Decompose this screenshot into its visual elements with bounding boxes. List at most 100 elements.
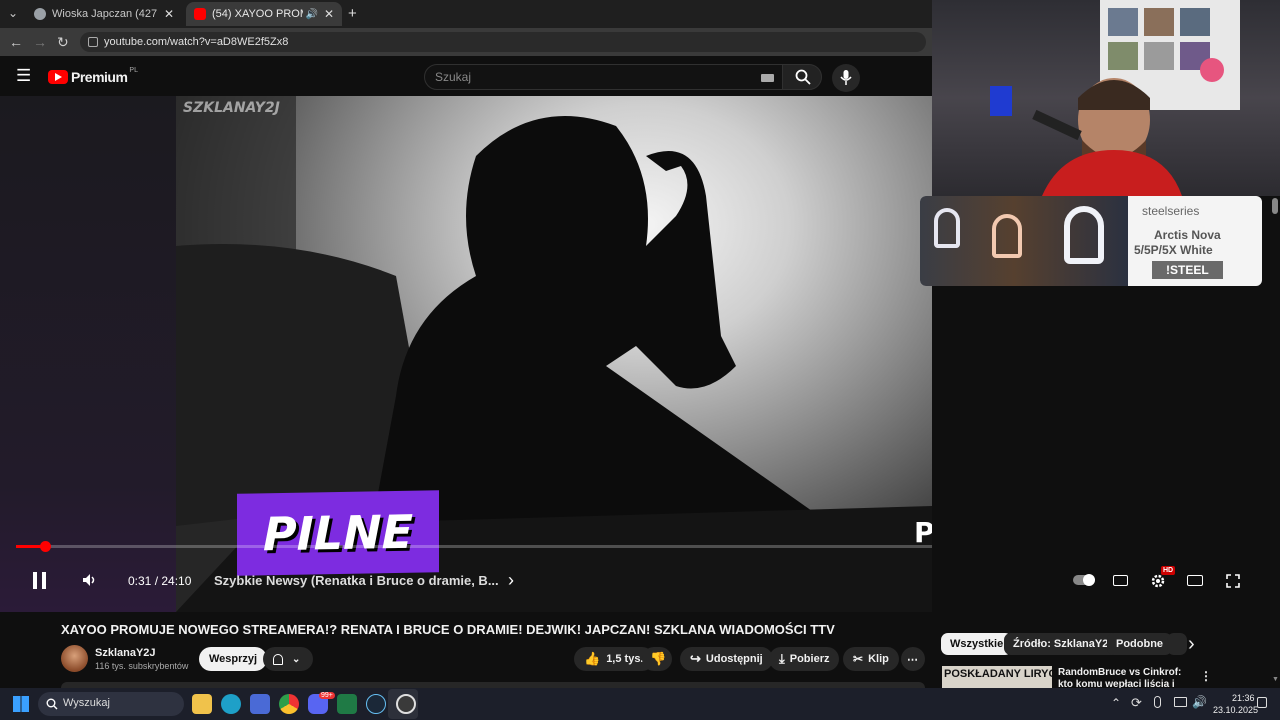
chapter-arrow-icon[interactable]: › (508, 570, 514, 591)
volume-icon[interactable] (81, 572, 97, 588)
reload-button[interactable]: ↻ (57, 34, 69, 51)
chapter-title[interactable]: Szybkie Newsy (Renatka i Bruce o dramie,… (214, 573, 499, 588)
ad-product-line2: 5/5P/5X White (1134, 243, 1213, 257)
progress-bar[interactable] (16, 545, 932, 548)
headset-icon (992, 214, 1022, 258)
ad-brand: steelseries (1142, 204, 1200, 218)
tab-title: (54) XAYOO PROMUJE NOW (212, 8, 303, 20)
thumbs-up-icon: 👍 (584, 651, 601, 666)
bell-icon (273, 653, 283, 665)
chevron-down-icon: ⌄ (292, 653, 301, 665)
pilne-banner: PILNE (237, 490, 439, 576)
close-tab-icon[interactable]: ✕ (324, 7, 334, 21)
video-title: XAYOO PROMUJE NOWEGO STREAMERA!? RENATA … (61, 622, 835, 637)
browser-tab-bar: ⌄ Wioska Japczan (427|438) - Ple ✕ (54) … (0, 0, 932, 28)
scroll-down-icon[interactable]: ▼ (1272, 676, 1279, 683)
download-label: Pobierz (789, 653, 830, 665)
store-icon[interactable] (250, 694, 270, 714)
channel-watermark: SZKLANAY2J (183, 100, 280, 116)
thumbs-down-icon: 👎 (650, 651, 667, 666)
ad-promo-code: !STEEL (1152, 261, 1223, 279)
notification-badge: 99+ (319, 692, 335, 699)
channel-avatar[interactable] (61, 645, 88, 672)
ad-product-images (920, 196, 1128, 286)
file-explorer-icon[interactable] (192, 694, 212, 714)
miniplayer-icon[interactable] (1187, 575, 1203, 586)
taskbar-search-input[interactable]: Wyszukaj (38, 692, 184, 716)
chip-overflow (1167, 633, 1187, 655)
globe-icon (34, 8, 46, 20)
steam-icon[interactable] (366, 694, 386, 714)
video-player[interactable]: SZKLANAY2J PILNE PSYCHOLOG R (0, 96, 932, 612)
notifications-button[interactable]: ⌄ (263, 647, 313, 671)
search-button[interactable] (782, 64, 822, 90)
dislike-button[interactable]: 👎 (642, 647, 672, 671)
tab-menu-icon[interactable]: ⌄ (8, 6, 18, 20)
region-label: PL (129, 66, 138, 74)
channel-name[interactable]: SzklanaY2J (95, 647, 156, 659)
fullscreen-icon[interactable] (1226, 574, 1240, 588)
recommendations-panel: Wszystkie Źródło: SzklanaY2J Podobne › P… (932, 612, 1280, 688)
tab-youtube[interactable]: (54) XAYOO PROMUJE NOW 🔊 ✕ (186, 2, 342, 26)
forward-button[interactable]: → (33, 34, 47, 50)
clock-date[interactable]: 23.10.2025 (1213, 705, 1258, 715)
headset-icon (934, 208, 960, 248)
subscriber-count: 116 tys. subskrybentów (95, 661, 189, 671)
download-button[interactable]: ⤓ Pobierz (769, 647, 840, 671)
chip-all[interactable]: Wszystkie (941, 633, 1013, 655)
more-actions-button[interactable]: ⋯ (901, 647, 925, 671)
tab-wioska[interactable]: Wioska Japczan (427|438) - Ple ✕ (26, 2, 182, 26)
microphone-icon (840, 70, 852, 85)
logo-text: Premium (71, 69, 128, 85)
windows-start-icon[interactable] (13, 696, 29, 712)
speaker-icon[interactable]: 🔊 (305, 9, 317, 20)
tray-chevron-icon[interactable]: ⌃ (1111, 696, 1121, 710)
autoplay-toggle[interactable] (1073, 574, 1095, 586)
notification-center-icon[interactable] (1257, 697, 1267, 708)
support-label: Wesprzyj (209, 653, 258, 665)
pause-icon (33, 572, 37, 589)
search-icon (795, 69, 811, 85)
network-icon[interactable] (1174, 697, 1187, 707)
chips-next-arrow-icon[interactable]: › (1188, 633, 1195, 656)
mic-tray-icon[interactable] (1154, 696, 1161, 708)
hd-badge: HD (1161, 566, 1176, 575)
search-placeholder: Szukaj (435, 70, 472, 84)
edge-icon[interactable] (221, 694, 241, 714)
subtitles-icon[interactable] (1113, 575, 1128, 586)
chrome-icon[interactable] (279, 694, 299, 714)
url-input[interactable]: youtube.com/watch?v=aD8WE2f5Zx8 (80, 32, 926, 52)
share-button[interactable]: ↪ Udostępnij (680, 647, 773, 671)
recommendation-title[interactable]: RandomBruce vs Cinkrof: kto komu wepłaci… (1058, 667, 1188, 688)
scrubber-handle[interactable] (40, 541, 51, 552)
volume-tray-icon[interactable]: 🔊 (1192, 695, 1207, 709)
search-input[interactable]: Szukaj (424, 64, 784, 90)
clip-button[interactable]: ✂ Klip (843, 647, 899, 671)
site-info-icon[interactable] (88, 37, 98, 47)
new-tab-button[interactable]: + (348, 5, 357, 22)
support-button[interactable]: Wesprzyj (199, 647, 268, 671)
tab-title: Wioska Japczan (427|438) - Ple (52, 8, 158, 20)
back-button[interactable]: ← (9, 34, 23, 50)
keyboard-icon[interactable] (761, 74, 774, 82)
page-scrollbar[interactable]: ▲ ▼ (1270, 196, 1280, 688)
pause-button[interactable] (33, 572, 47, 589)
download-icon: ⤓ (779, 651, 785, 666)
voice-search-button[interactable] (832, 64, 860, 92)
youtube-play-icon (48, 70, 68, 84)
steelseries-ad[interactable]: steelseries Arctis Nova 5/5P/5X White !S… (920, 196, 1262, 286)
webcam-scene (990, 0, 1240, 196)
menu-icon[interactable]: ☰ (16, 66, 31, 86)
scroll-thumb[interactable] (1272, 198, 1278, 214)
recommendation-thumbnail[interactable]: POSKŁADANY LIRYCZNIE (942, 666, 1052, 688)
clock-time[interactable]: 21:36 (1232, 693, 1255, 703)
sync-icon[interactable]: ⟳ (1131, 695, 1142, 711)
close-tab-icon[interactable]: ✕ (164, 7, 174, 21)
chip-source[interactable]: Źródło: SzklanaY2J (1004, 633, 1124, 655)
chip-similar[interactable]: Podobne (1107, 633, 1173, 655)
recommendation-menu-icon[interactable]: ⋮ (1200, 669, 1212, 683)
youtube-logo[interactable]: Premium PL (48, 66, 138, 85)
excel-icon[interactable] (337, 694, 357, 714)
settings-gear-icon[interactable] (1150, 573, 1166, 589)
video-details: XAYOO PROMUJE NOWEGO STREAMERA!? RENATA … (0, 612, 932, 688)
